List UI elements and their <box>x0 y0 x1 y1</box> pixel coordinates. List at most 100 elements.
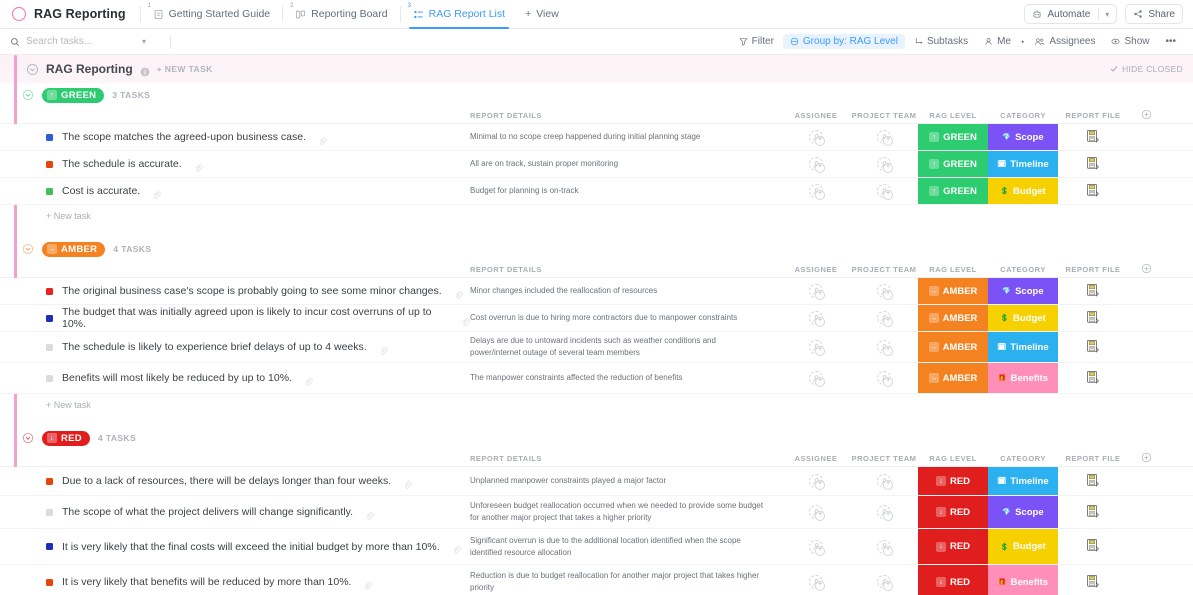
report-details-cell[interactable]: All are on track, sustain proper monitor… <box>470 151 782 177</box>
group-status-pill[interactable]: ↓ RED <box>42 430 90 446</box>
project-team-cell[interactable] <box>850 305 918 331</box>
task-name-cell[interactable]: It is very likely that the final costs w… <box>0 529 470 564</box>
project-team-cell[interactable] <box>850 496 918 528</box>
report-file-cell[interactable] <box>1058 565 1128 595</box>
group-status-pill[interactable]: → AMBER <box>42 241 106 257</box>
chevron-down-icon[interactable]: ▾ <box>1105 10 1109 19</box>
add-assignee-cell-icon[interactable] <box>809 474 825 490</box>
report-file-cell[interactable] <box>1058 467 1128 495</box>
report-file-cell[interactable] <box>1058 496 1128 528</box>
attachment-icon[interactable] <box>152 187 161 199</box>
task-name-cell[interactable]: The scope matches the agreed-upon busine… <box>0 124 470 150</box>
add-assignee-cell-icon[interactable] <box>809 311 825 327</box>
add-project-team-cell-icon[interactable] <box>877 311 893 327</box>
project-team-cell[interactable] <box>850 278 918 304</box>
hide-closed-toggle[interactable]: HIDE CLOSED <box>1110 64 1183 74</box>
task-name-cell[interactable]: Benefits will most likely be reduced by … <box>0 363 470 393</box>
report-file-icon[interactable] <box>1086 129 1100 146</box>
table-row[interactable]: The scope matches the agreed-upon busine… <box>0 124 1193 151</box>
collapse-group-icon[interactable] <box>22 89 34 101</box>
subtasks-button[interactable]: Subtasks <box>907 34 975 49</box>
project-team-cell[interactable] <box>850 151 918 177</box>
report-details-cell[interactable]: Delays are due to untoward incidents suc… <box>470 332 782 362</box>
rag-level-cell[interactable]: ↑ GREEN <box>918 124 988 150</box>
add-project-team-cell-icon[interactable] <box>877 340 893 356</box>
add-column-button[interactable] <box>1128 263 1164 276</box>
report-details-cell[interactable]: Unforeseen budget reallocation occurred … <box>470 496 782 528</box>
report-file-icon[interactable] <box>1086 574 1100 591</box>
project-team-cell[interactable] <box>850 363 918 393</box>
table-row[interactable]: It is very likely that benefits will be … <box>0 565 1193 595</box>
table-row[interactable]: The schedule is accurate. All are on trac… <box>0 151 1193 178</box>
attachment-icon[interactable] <box>318 133 327 145</box>
report-file-cell[interactable] <box>1058 278 1128 304</box>
filter-button[interactable]: Filter <box>732 34 781 49</box>
add-project-team-cell-icon[interactable] <box>877 505 893 521</box>
share-button[interactable]: Share <box>1125 4 1183 24</box>
add-project-team-cell-icon[interactable] <box>877 284 893 300</box>
add-assignee-cell-icon[interactable] <box>809 505 825 521</box>
group-new-task-button[interactable]: + New task <box>0 205 1193 227</box>
report-file-icon[interactable] <box>1086 538 1100 555</box>
report-file-icon[interactable] <box>1086 339 1100 356</box>
project-team-cell[interactable] <box>850 467 918 495</box>
group-header-amber[interactable]: → AMBER 4 TASKS <box>0 237 1193 261</box>
add-assignee-cell-icon[interactable] <box>809 157 825 173</box>
group-status-pill[interactable]: ↑ GREEN <box>42 87 105 103</box>
report-details-cell[interactable]: Minor changes included the reallocation … <box>470 278 782 304</box>
assignee-cell[interactable] <box>782 178 850 204</box>
task-name-cell[interactable]: The schedule is likely to experience bri… <box>0 332 470 362</box>
category-cell[interactable]: 💲 Budget <box>988 529 1058 564</box>
category-cell[interactable]: 💲 Budget <box>988 305 1058 331</box>
table-row[interactable]: Due to a lack of resources, there will b… <box>0 467 1193 496</box>
rag-level-cell[interactable]: → AMBER <box>918 332 988 362</box>
report-file-cell[interactable] <box>1058 178 1128 204</box>
report-details-cell[interactable]: Reduction is due to budget reallocation … <box>470 565 782 595</box>
attachment-icon[interactable] <box>403 477 412 489</box>
report-file-cell[interactable] <box>1058 124 1128 150</box>
attachment-icon[interactable] <box>304 374 313 386</box>
add-project-team-cell-icon[interactable] <box>877 371 893 387</box>
attachment-icon[interactable] <box>363 578 373 590</box>
report-file-cell[interactable] <box>1058 332 1128 362</box>
category-cell[interactable]: 🗓 Timeline <box>988 332 1058 362</box>
category-cell[interactable]: 💎 Scope <box>988 496 1058 528</box>
assignee-cell[interactable] <box>782 363 850 393</box>
add-assignee-cell-icon[interactable] <box>809 184 825 200</box>
info-icon[interactable] <box>140 64 150 77</box>
table-row[interactable]: Benefits will most likely be reduced by … <box>0 363 1193 394</box>
report-file-icon[interactable] <box>1086 283 1100 300</box>
report-details-cell[interactable]: The manpower constraints affected the re… <box>470 363 782 393</box>
report-details-cell[interactable]: Budget for planning is on-track <box>470 178 782 204</box>
add-column-button[interactable] <box>1128 109 1164 122</box>
task-name-cell[interactable]: It is very likely that benefits will be … <box>0 565 470 595</box>
tab-rag-report-list[interactable]: 3 RAG Report List <box>403 0 515 29</box>
report-details-cell[interactable]: Minimal to no scope creep happened durin… <box>470 124 782 150</box>
attachment-icon[interactable] <box>461 314 470 326</box>
attachment-icon[interactable] <box>379 343 388 355</box>
group-header-green[interactable]: ↑ GREEN 3 TASKS <box>0 83 1193 107</box>
report-file-icon[interactable] <box>1086 156 1100 173</box>
rag-level-cell[interactable]: ↓ RED <box>918 467 988 495</box>
report-details-cell[interactable]: Significant overrun is due to the additi… <box>470 529 782 564</box>
assignee-cell[interactable] <box>782 332 850 362</box>
report-file-icon[interactable] <box>1086 370 1100 387</box>
task-name-cell[interactable]: The scope of what the project delivers w… <box>0 496 470 528</box>
task-name-cell[interactable]: The original business case's scope is pr… <box>0 278 470 304</box>
more-options-button[interactable]: ••• <box>1158 34 1183 49</box>
group-new-task-button[interactable]: + New task <box>0 394 1193 416</box>
rag-level-cell[interactable]: ↑ GREEN <box>918 151 988 177</box>
assignee-cell[interactable] <box>782 278 850 304</box>
tab-reporting-board[interactable]: 2 Reporting Board <box>285 0 397 28</box>
report-file-cell[interactable] <box>1058 363 1128 393</box>
search-input[interactable] <box>26 36 136 47</box>
table-row[interactable]: The schedule is likely to experience bri… <box>0 332 1193 363</box>
task-name-cell[interactable]: The schedule is accurate. <box>0 151 470 177</box>
category-cell[interactable]: 💎 Scope <box>988 124 1058 150</box>
report-file-icon[interactable] <box>1086 504 1100 521</box>
assignee-cell[interactable] <box>782 467 850 495</box>
project-team-cell[interactable] <box>850 178 918 204</box>
report-details-cell[interactable]: Cost overrun is due to hiring more contr… <box>470 305 782 331</box>
add-project-team-cell-icon[interactable] <box>877 130 893 146</box>
add-assignee-cell-icon[interactable] <box>809 371 825 387</box>
